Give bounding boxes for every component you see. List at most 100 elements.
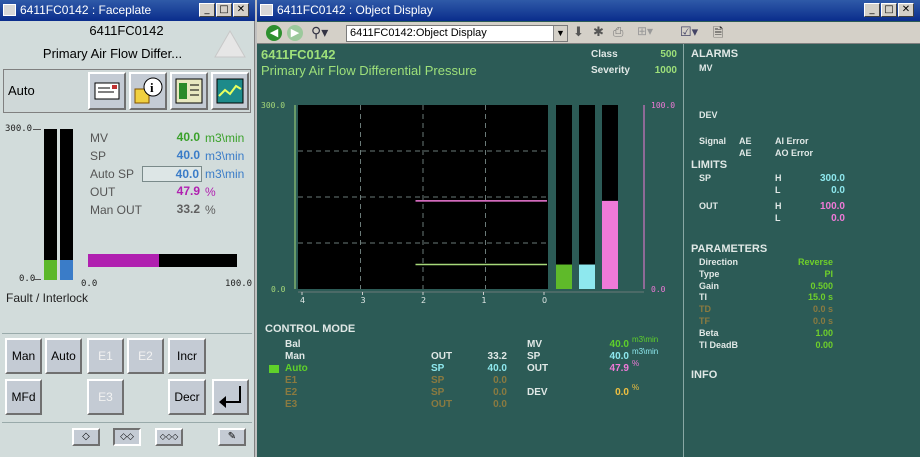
mode-name[interactable]: Man xyxy=(285,351,305,362)
trend-chart[interactable]: 300.0 0.0 100.0 0.0 4 3 2 1 0 xyxy=(259,95,683,315)
info-heading: INFO xyxy=(691,369,718,381)
parameter-name: Beta xyxy=(699,327,719,338)
app-icon xyxy=(260,4,273,16)
info-button[interactable]: i xyxy=(129,72,167,110)
sp-marker-icon[interactable] xyxy=(61,246,72,257)
object-display-window: 6411FC0142 : Object Display _ □ ✕ ◀ ▶ ⚲▾… xyxy=(257,0,920,457)
scale-tick xyxy=(33,129,41,130)
alarm-ao-error: AO Error xyxy=(775,148,814,158)
info-lock-icon: i xyxy=(134,77,163,104)
man-button[interactable]: Man xyxy=(5,338,42,374)
value-number: 47.9 xyxy=(176,184,200,198)
add-icon[interactable]: ⊞▾ xyxy=(637,24,653,38)
address-combobox[interactable]: 6411FC0142:Object Display ▼ xyxy=(346,25,568,42)
x-tick-label: 4 xyxy=(300,296,305,305)
panel-divider xyxy=(683,44,684,457)
e2-button[interactable]: E2 xyxy=(127,338,164,374)
out-scale-min: 0.0 xyxy=(81,279,98,289)
forward-icon[interactable]: ▶ xyxy=(287,25,303,41)
readout-unit: m3\min xyxy=(632,347,659,356)
parameter-value[interactable]: 0.00 xyxy=(785,340,833,350)
alarm-ack-triangle-icon[interactable] xyxy=(214,29,246,59)
class-label: Class xyxy=(591,49,618,60)
parameter-value[interactable]: 15.0 s xyxy=(785,292,833,302)
app-icon xyxy=(3,4,16,16)
maximize-icon[interactable]: □ xyxy=(881,3,897,17)
x-tick-label: 1 xyxy=(482,296,487,305)
e3-button[interactable]: E3 xyxy=(87,379,124,415)
faceplate-title: 6411FC0142 : Faceplate xyxy=(20,3,152,17)
value-unit: % xyxy=(205,185,216,199)
parameter-value[interactable]: 1.00 xyxy=(785,328,833,338)
chevron-down-icon[interactable]: ▼ xyxy=(553,26,567,41)
minimize-icon[interactable]: _ xyxy=(864,3,880,17)
parameter-value[interactable]: 0.0 s xyxy=(785,316,833,326)
mode-value-label: SP xyxy=(431,387,445,398)
pin-button[interactable]: ✎ xyxy=(218,428,246,446)
x-tick-label: 2 xyxy=(421,296,426,305)
readout-unit: % xyxy=(632,383,640,392)
readout-value: 47.9 xyxy=(609,363,629,374)
value-label: Auto SP xyxy=(90,167,135,181)
limit-hl: H xyxy=(775,173,782,183)
limit-name: OUT xyxy=(699,201,718,211)
minimize-icon[interactable]: _ xyxy=(199,3,215,17)
y-left-top-label: 300.0 xyxy=(261,101,285,110)
out-scale-max: 100.0 xyxy=(225,279,253,289)
incr-button[interactable]: Incr xyxy=(168,338,206,374)
address-text: 6411FC0142:Object Display xyxy=(350,27,487,39)
envelope-icon xyxy=(94,82,120,100)
detail-display-icon xyxy=(175,78,203,104)
faceplate-titlebar[interactable]: 6411FC0142 : Faceplate _ □ ✕ xyxy=(0,0,255,21)
mode-name[interactable]: Bal xyxy=(285,339,301,350)
limit-hl: L xyxy=(775,213,781,223)
auto-button[interactable]: Auto xyxy=(45,338,82,374)
enter-button[interactable] xyxy=(212,379,249,415)
readout-label: OUT xyxy=(527,363,549,374)
parameter-value[interactable]: Reverse xyxy=(785,257,833,267)
maximize-icon[interactable]: □ xyxy=(216,3,232,17)
severity-value: 1000 xyxy=(654,65,677,76)
e1-button[interactable]: E1 xyxy=(87,338,124,374)
decr-button[interactable]: Decr xyxy=(168,379,206,415)
parameter-name: Gain xyxy=(699,280,720,291)
size-large-button[interactable]: ◇◇◇ xyxy=(155,428,183,446)
parameter-value[interactable]: PI xyxy=(785,269,833,279)
message-button[interactable] xyxy=(88,72,126,110)
parameter-value[interactable]: 0.500 xyxy=(785,281,833,291)
mfd-button[interactable]: MFd xyxy=(5,379,42,415)
mode-name[interactable]: E2 xyxy=(285,387,297,398)
object-display-titlebar[interactable]: 6411FC0142 : Object Display _ □ ✕ xyxy=(257,0,920,21)
current-mode: Auto xyxy=(8,83,35,98)
mode-value: 0.0 xyxy=(493,387,507,398)
close-icon[interactable]: ✕ xyxy=(233,3,249,17)
trend-button[interactable] xyxy=(211,72,249,110)
close-icon[interactable]: ✕ xyxy=(898,3,914,17)
size-medium-button[interactable]: ◇◇ xyxy=(113,428,141,446)
value-unit: m3\min xyxy=(205,131,245,145)
scale-tick xyxy=(33,279,41,280)
tools-icon[interactable]: ✱ xyxy=(593,24,604,40)
mode-name[interactable]: Auto xyxy=(285,363,308,374)
size-small-button[interactable]: ◇ xyxy=(72,428,100,446)
detail-button[interactable] xyxy=(170,72,208,110)
parameter-name: Direction xyxy=(699,257,739,267)
readout-value: 40.0 xyxy=(609,351,629,362)
download-icon[interactable]: ⬇ xyxy=(573,24,584,40)
mode-name[interactable]: E3 xyxy=(285,399,297,410)
document-icon[interactable]: 🗎 xyxy=(713,24,723,46)
value-label: OUT xyxy=(90,185,116,199)
scale-top-label: 300.0 xyxy=(5,124,33,134)
object-description: Primary Air Flow Differential Pressure xyxy=(261,63,477,78)
check-icon[interactable]: ☑▾ xyxy=(680,24,698,40)
mode-name[interactable]: E1 xyxy=(285,375,297,386)
print-icon[interactable]: ⎙ xyxy=(613,24,623,40)
value-number[interactable]: 40.0 xyxy=(142,166,202,182)
navigate-icon[interactable]: ⚲▾ xyxy=(311,24,328,41)
back-icon[interactable]: ◀ xyxy=(266,25,282,41)
mode-toolbar: Auto i xyxy=(3,69,251,113)
value-label: Man OUT xyxy=(90,203,143,217)
limit-value: 100.0 xyxy=(819,201,845,212)
trend-bar-fill xyxy=(579,264,595,289)
parameter-value[interactable]: 0.0 s xyxy=(785,304,833,314)
